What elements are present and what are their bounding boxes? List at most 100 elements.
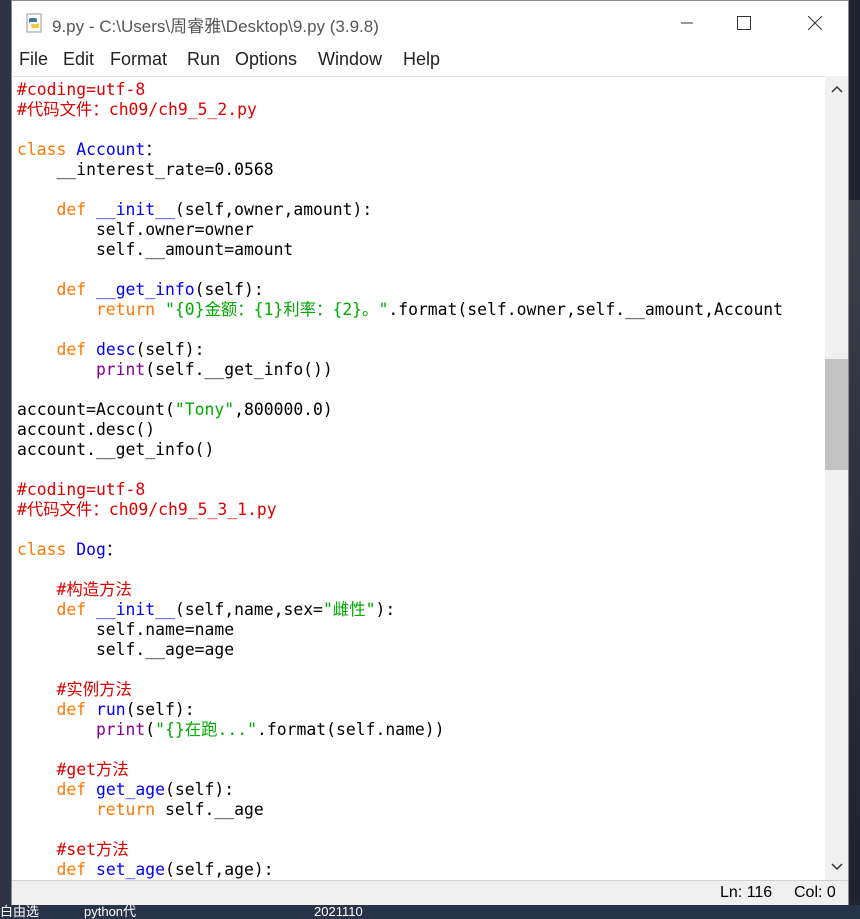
code-token: print — [17, 360, 146, 379]
code-token: account.__get_info() — [17, 440, 215, 459]
code-token: class — [17, 540, 77, 559]
code-line[interactable]: return self.__age — [17, 800, 783, 820]
code-line[interactable]: class Account： — [17, 140, 783, 160]
code-token: #set方法 — [17, 840, 129, 859]
menu-edit[interactable]: Edit — [63, 49, 94, 70]
code-editor[interactable]: #coding=utf-8 #代码文件：ch09/ch9_5_2.py class… — [12, 76, 825, 881]
code-line[interactable]: self.owner=owner — [17, 220, 783, 240]
code-line[interactable]: #代码文件：ch09/ch9_5_3_1.py — [17, 500, 783, 520]
code-token: account.desc() — [17, 420, 156, 439]
code-token: ： — [105, 540, 123, 559]
code-line[interactable] — [17, 180, 783, 200]
code-line[interactable]: account.__get_info() — [17, 440, 783, 460]
code-token: return — [17, 300, 166, 319]
code-line[interactable]: return "{0}金额：{1}利率：{2}。".format(self.ow… — [17, 300, 783, 320]
taskbar-item[interactable]: 2021110 — [314, 905, 363, 919]
code-token: #代码文件：ch09/ch9_5_3_1.py — [17, 500, 277, 519]
code-line[interactable]: def __init__(self,owner,amount): — [17, 200, 783, 220]
code-token: def — [17, 860, 96, 879]
code-token: "雌性" — [322, 600, 376, 619]
menu-window[interactable]: Window — [318, 49, 382, 70]
title-bar[interactable]: 9.py - C:\Users\周睿雅\Desktop\9.py (3.9.8) — [12, 1, 848, 45]
menu-format[interactable]: Format — [110, 49, 167, 70]
code-token: desc — [95, 340, 136, 359]
menu-help[interactable]: Help — [403, 49, 440, 70]
code-line[interactable] — [17, 380, 783, 400]
code-line[interactable]: #实例方法 — [17, 680, 783, 700]
code-token: self.__age=age — [17, 640, 235, 659]
code-line[interactable]: def set_age(self,age): — [17, 860, 783, 880]
code-token: print — [17, 720, 146, 739]
code-line[interactable]: self.name=name — [17, 620, 783, 640]
code-line[interactable]: #coding=utf-8 — [17, 80, 783, 100]
code-line[interactable]: def desc(self): — [17, 340, 783, 360]
python-file-icon — [26, 13, 42, 33]
code-line[interactable] — [17, 660, 783, 680]
code-line[interactable] — [17, 740, 783, 760]
code-line[interactable]: #set方法 — [17, 840, 783, 860]
code-token: (self,owner,amount): — [174, 200, 373, 219]
code-token: def — [17, 340, 96, 359]
code-line[interactable]: def get_age(self): — [17, 780, 783, 800]
code-line[interactable]: account.desc() — [17, 420, 783, 440]
code-line[interactable]: self.__age=age — [17, 640, 783, 660]
code-token: run — [95, 700, 126, 719]
code-line[interactable]: #get方法 — [17, 760, 783, 780]
taskbar-item[interactable]: 白由选 — [0, 905, 39, 919]
maximize-button[interactable] — [721, 1, 767, 45]
code-line[interactable] — [17, 520, 783, 540]
code-line[interactable] — [17, 560, 783, 580]
close-button[interactable] — [792, 1, 838, 45]
code-line[interactable] — [17, 820, 783, 840]
code-token: set_age — [95, 860, 166, 879]
code-token: (self,name,sex= — [174, 600, 323, 619]
scroll-up-button[interactable] — [825, 78, 848, 100]
code-token: .format(self.name)) — [257, 720, 445, 739]
code-line[interactable]: #coding=utf-8 — [17, 480, 783, 500]
code-token: def — [17, 200, 96, 219]
code-line[interactable] — [17, 120, 783, 140]
chevron-up-icon — [830, 85, 843, 93]
code-token: #coding=utf-8 — [17, 480, 146, 499]
code-token: #coding=utf-8 — [17, 80, 146, 99]
code-line[interactable]: print("{}在跑...".format(self.name)) — [17, 720, 783, 740]
code-token: __init__ — [95, 600, 175, 619]
minimize-button[interactable] — [664, 1, 710, 45]
code-token: (self): — [125, 700, 195, 719]
code-token: (self.__get_info()) — [145, 360, 333, 379]
menu-run[interactable]: Run — [187, 49, 220, 70]
code-line[interactable]: #构造方法 — [17, 580, 783, 600]
code-token: self.name=name — [17, 620, 235, 639]
code-token: #代码文件：ch09/ch9_5_2.py — [17, 100, 257, 119]
scroll-down-button[interactable] — [825, 856, 848, 878]
code-token: .format(self.owner,self.__amount,Account — [388, 300, 784, 319]
code-line[interactable]: class Dog： — [17, 540, 783, 560]
code-token: ： — [145, 140, 162, 159]
code-line[interactable]: print(self.__get_info()) — [17, 360, 783, 380]
code-line[interactable]: def __init__(self,name,sex="雌性"): — [17, 600, 783, 620]
code-line[interactable]: self.__amount=amount — [17, 240, 783, 260]
code-line[interactable]: def __get_info(self): — [17, 280, 783, 300]
code-token: ,800000.0) — [234, 400, 333, 419]
code-line[interactable]: #代码文件：ch09/ch9_5_2.py — [17, 100, 783, 120]
code-line[interactable]: account=Account("Tony",800000.0) — [17, 400, 783, 420]
code-text[interactable]: #coding=utf-8 #代码文件：ch09/ch9_5_2.py class… — [17, 80, 783, 880]
code-line[interactable] — [17, 460, 783, 480]
minimize-icon — [681, 22, 693, 24]
menu-file[interactable]: File — [19, 49, 48, 70]
taskbar-item[interactable]: python代 — [84, 905, 136, 919]
code-line[interactable] — [17, 320, 783, 340]
status-bar: Ln: 116 Col: 0 — [12, 880, 848, 905]
scrollbar-thumb[interactable] — [825, 359, 848, 470]
close-icon — [808, 16, 822, 30]
code-token: (self): — [194, 280, 264, 299]
vertical-scrollbar[interactable] — [825, 76, 848, 880]
code-token: ( — [145, 720, 156, 739]
maximize-icon — [737, 16, 751, 30]
code-line[interactable]: def run(self): — [17, 700, 783, 720]
code-line[interactable]: __interest_rate=0.0568 — [17, 160, 783, 180]
menu-bar: File Edit Format Run Options Window Help — [12, 45, 848, 75]
menu-options[interactable]: Options — [235, 49, 297, 70]
code-line[interactable] — [17, 260, 783, 280]
code-token: class — [17, 140, 77, 159]
